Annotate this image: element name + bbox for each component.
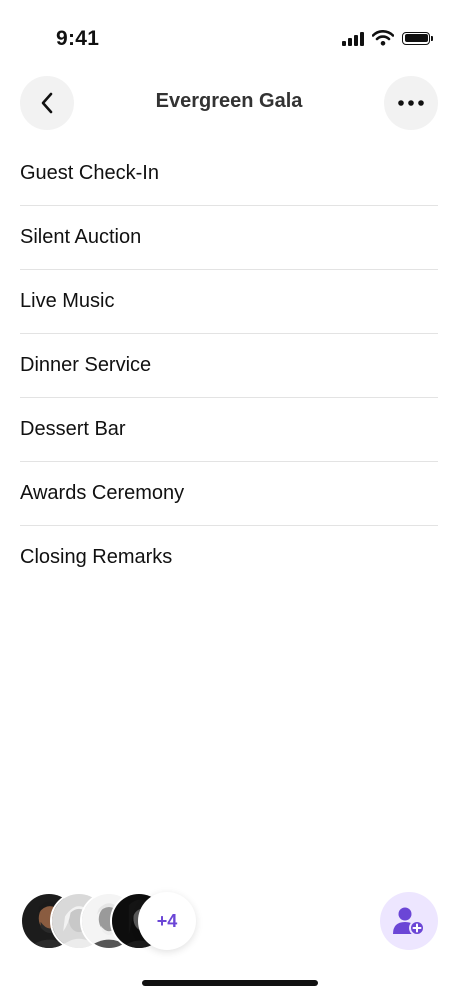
list-item-label: Dessert Bar bbox=[20, 418, 126, 440]
list-item-label: Dinner Service bbox=[20, 354, 152, 376]
list-item-label: Awards Ceremony bbox=[20, 482, 185, 504]
list-item[interactable]: Guest Check-In bbox=[20, 142, 438, 206]
status-bar: 9:41 bbox=[0, 0, 458, 80]
add-person-icon bbox=[393, 907, 425, 936]
nav-bar: Evergreen Gala bbox=[0, 76, 458, 130]
list-item[interactable]: Awards Ceremony bbox=[20, 462, 438, 526]
list-item[interactable]: Closing Remarks bbox=[20, 526, 438, 589]
add-member-button[interactable] bbox=[380, 892, 438, 950]
battery-icon bbox=[402, 31, 433, 45]
ellipsis-icon bbox=[398, 100, 424, 106]
list-item-label: Silent Auction bbox=[20, 226, 142, 248]
list-item-label: Guest Check-In bbox=[20, 162, 159, 184]
list-item[interactable]: Live Music bbox=[20, 270, 438, 334]
session-list: Guest Check-In Silent Auction Live Music… bbox=[20, 142, 438, 589]
home-indicator bbox=[142, 980, 318, 986]
list-item-label: Live Music bbox=[20, 290, 115, 312]
list-item-label: Closing Remarks bbox=[20, 546, 173, 568]
more-members-count[interactable]: +4 bbox=[138, 892, 196, 950]
wifi-icon bbox=[372, 30, 394, 46]
list-item[interactable]: Dessert Bar bbox=[20, 398, 438, 462]
more-options-button[interactable] bbox=[384, 76, 438, 130]
member-avatars[interactable]: +4 bbox=[20, 892, 210, 952]
list-item[interactable]: Silent Auction bbox=[20, 206, 438, 270]
status-time: 9:41 bbox=[56, 27, 100, 50]
list-item[interactable]: Dinner Service bbox=[20, 334, 438, 398]
cellular-signal-icon bbox=[342, 31, 364, 46]
status-icons bbox=[342, 30, 433, 46]
